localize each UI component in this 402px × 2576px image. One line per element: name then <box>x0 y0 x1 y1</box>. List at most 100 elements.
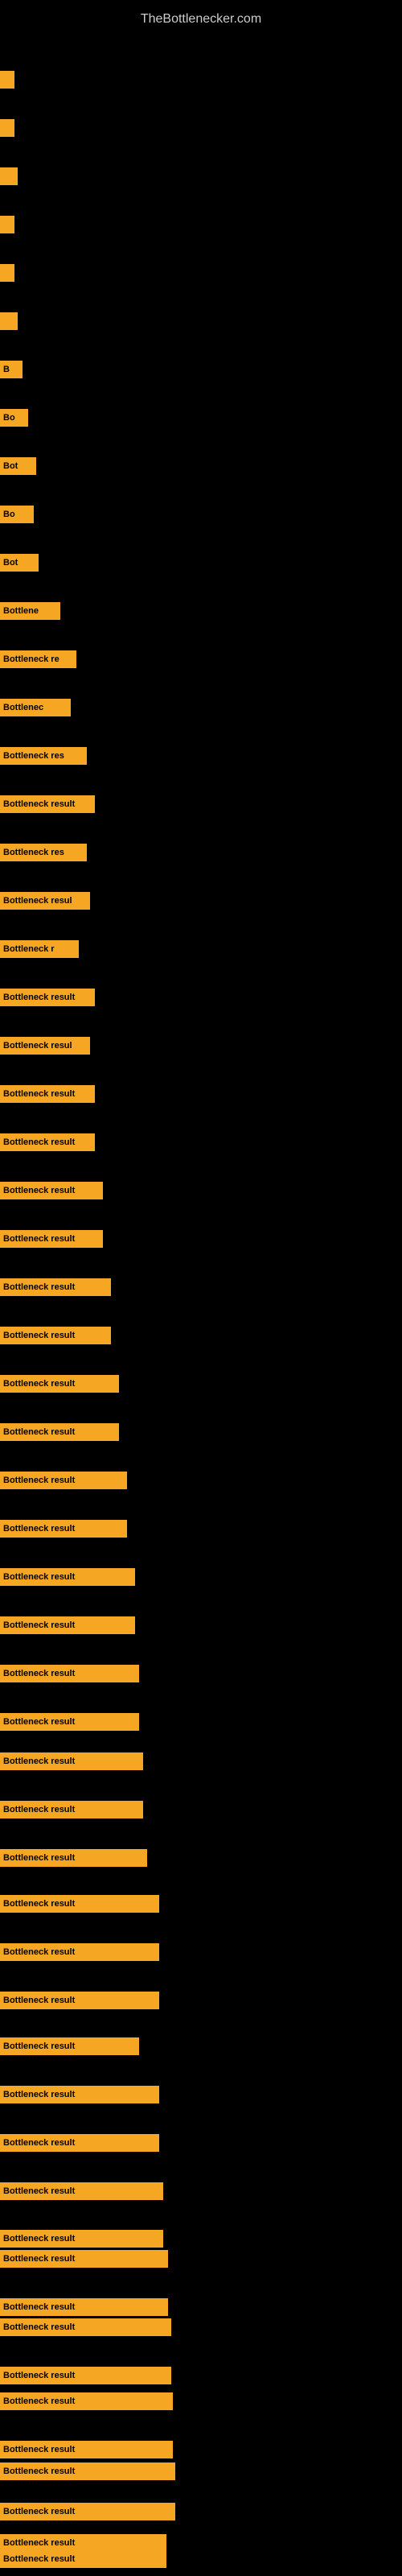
bar-item: Bottleneck result <box>0 1943 159 1961</box>
bar-label: Bottleneck resul <box>3 896 72 906</box>
bar-item: Bottleneck result <box>0 1182 103 1199</box>
bar-item: Bottleneck result <box>0 1085 95 1103</box>
bar-item: Bottleneck result <box>0 1133 95 1151</box>
bar-label: Bottleneck result <box>3 1089 75 1099</box>
bar-item <box>0 264 14 282</box>
bar-label: Bottleneck result <box>3 2302 75 2312</box>
bar-item: Bottleneck result <box>0 1849 147 1867</box>
bar-label: Bottlenec <box>3 703 43 712</box>
bar-item: Bottleneck result <box>0 1568 135 1586</box>
bar-item: B <box>0 361 23 378</box>
bar-label: Bottleneck result <box>3 1899 75 1909</box>
bar-item: Bottleneck result <box>0 2392 173 2410</box>
bar-label: Bottleneck result <box>3 2322 75 2332</box>
bar-label: Bottleneck result <box>3 2507 75 2516</box>
bar-label: Bottleneck result <box>3 2234 75 2244</box>
bar-item: Bo <box>0 506 34 523</box>
bar-label: Bottleneck result <box>3 1717 75 1727</box>
bar-item: Bottleneck result <box>0 2250 168 2268</box>
bar-label: Bottleneck result <box>3 1234 75 1244</box>
bar-label: Bottleneck result <box>3 1620 75 1630</box>
site-title: TheBottlenecker.com <box>0 4 402 31</box>
bar-item: Bottlene <box>0 602 60 620</box>
bar-item: Bottleneck result <box>0 1278 111 1296</box>
bar-label: Bo <box>3 413 15 423</box>
bar-label: Bottleneck result <box>3 2254 75 2264</box>
bar-label: Bo <box>3 510 15 519</box>
bar-item <box>0 312 18 330</box>
bar-label: Bot <box>3 461 18 471</box>
bar-label: Bottleneck result <box>3 1282 75 1292</box>
bar-label: Bottlene <box>3 606 39 616</box>
bar-item: Bo <box>0 409 28 427</box>
bar-label: Bottleneck re <box>3 654 59 664</box>
bar-label: Bottleneck res <box>3 848 64 857</box>
bar-item: Bottleneck result <box>0 2298 168 2316</box>
bar-label: Bottleneck result <box>3 1186 75 1195</box>
bar-item <box>0 216 14 233</box>
bar-label: Bottleneck result <box>3 1669 75 1678</box>
bar-label: Bottleneck result <box>3 1137 75 1147</box>
bar-label: Bottleneck result <box>3 2554 75 2564</box>
bar-item: Bottleneck resul <box>0 892 90 910</box>
bar-label: Bottleneck result <box>3 2041 75 2051</box>
bar-item: Bottleneck result <box>0 2550 166 2568</box>
bar-item: Bottleneck result <box>0 1895 159 1913</box>
bar-item: Bottleneck res <box>0 747 87 765</box>
bar-item: Bottleneck result <box>0 1752 143 1770</box>
bar-label: Bottleneck result <box>3 2445 75 2454</box>
bar-item: Bottleneck result <box>0 1423 119 1441</box>
bar-item: Bottleneck result <box>0 2462 175 2480</box>
bar-label: Bottleneck r <box>3 944 55 954</box>
bar-item: Bottleneck re <box>0 650 76 668</box>
bar-item: Bot <box>0 554 39 572</box>
bar-label: Bottleneck result <box>3 2396 75 2406</box>
bar-label: Bottleneck result <box>3 2186 75 2196</box>
bar-item: Bottleneck result <box>0 1801 143 1818</box>
bar-label: Bottleneck result <box>3 2138 75 2148</box>
bar-label: Bottleneck result <box>3 1379 75 1389</box>
bar-label: Bot <box>3 558 18 568</box>
bar-item: Bottleneck result <box>0 1520 127 1538</box>
bar-label: Bottleneck result <box>3 993 75 1002</box>
bar-item: Bottleneck result <box>0 2037 139 2055</box>
bar-item: Bottleneck result <box>0 1327 111 1344</box>
bar-item <box>0 167 18 185</box>
bar-label: Bottleneck result <box>3 1947 75 1957</box>
bar-item: Bottleneck result <box>0 2367 171 2384</box>
bar-item: Bottleneck result <box>0 1230 103 1248</box>
bar-item: Bot <box>0 457 36 475</box>
bar-item: Bottleneck result <box>0 2318 171 2336</box>
bar-label: Bottleneck result <box>3 1805 75 1814</box>
bar-label: Bottleneck result <box>3 1331 75 1340</box>
bar-label: Bottleneck result <box>3 1427 75 1437</box>
bar-label: Bottleneck result <box>3 1572 75 1582</box>
bar-item: Bottleneck result <box>0 1665 139 1682</box>
bar-item: Bottleneck result <box>0 2534 166 2552</box>
bar-item: Bottleneck result <box>0 795 95 813</box>
bar-item: Bottleneck result <box>0 1992 159 2009</box>
bar-label: B <box>3 365 10 374</box>
bar-item: Bottleneck resul <box>0 1037 90 1055</box>
bar-label: Bottleneck result <box>3 1853 75 1863</box>
bar-item: Bottlenec <box>0 699 71 716</box>
bar-item: Bottleneck result <box>0 1375 119 1393</box>
bar-item: Bottleneck result <box>0 2503 175 2520</box>
bar-label: Bottleneck result <box>3 2467 75 2476</box>
bar-item: Bottleneck result <box>0 1713 139 1731</box>
bar-item: Bottleneck result <box>0 2134 159 2152</box>
bar-label: Bottleneck result <box>3 799 75 809</box>
bar-item: Bottleneck result <box>0 989 95 1006</box>
bar-label: Bottleneck result <box>3 2371 75 2380</box>
bar-item: Bottleneck r <box>0 940 79 958</box>
bar-item: Bottleneck result <box>0 2182 163 2200</box>
bar-label: Bottleneck result <box>3 1996 75 2005</box>
bar-item <box>0 71 14 89</box>
bar-label: Bottleneck res <box>3 751 64 761</box>
bar-label: Bottleneck result <box>3 1476 75 1485</box>
bar-label: Bottleneck result <box>3 2090 75 2099</box>
bar-item: Bottleneck result <box>0 2086 159 2103</box>
bar-item: Bottleneck result <box>0 1616 135 1634</box>
bar-item: Bottleneck result <box>0 2441 173 2458</box>
bar-label: Bottleneck result <box>3 1524 75 1534</box>
